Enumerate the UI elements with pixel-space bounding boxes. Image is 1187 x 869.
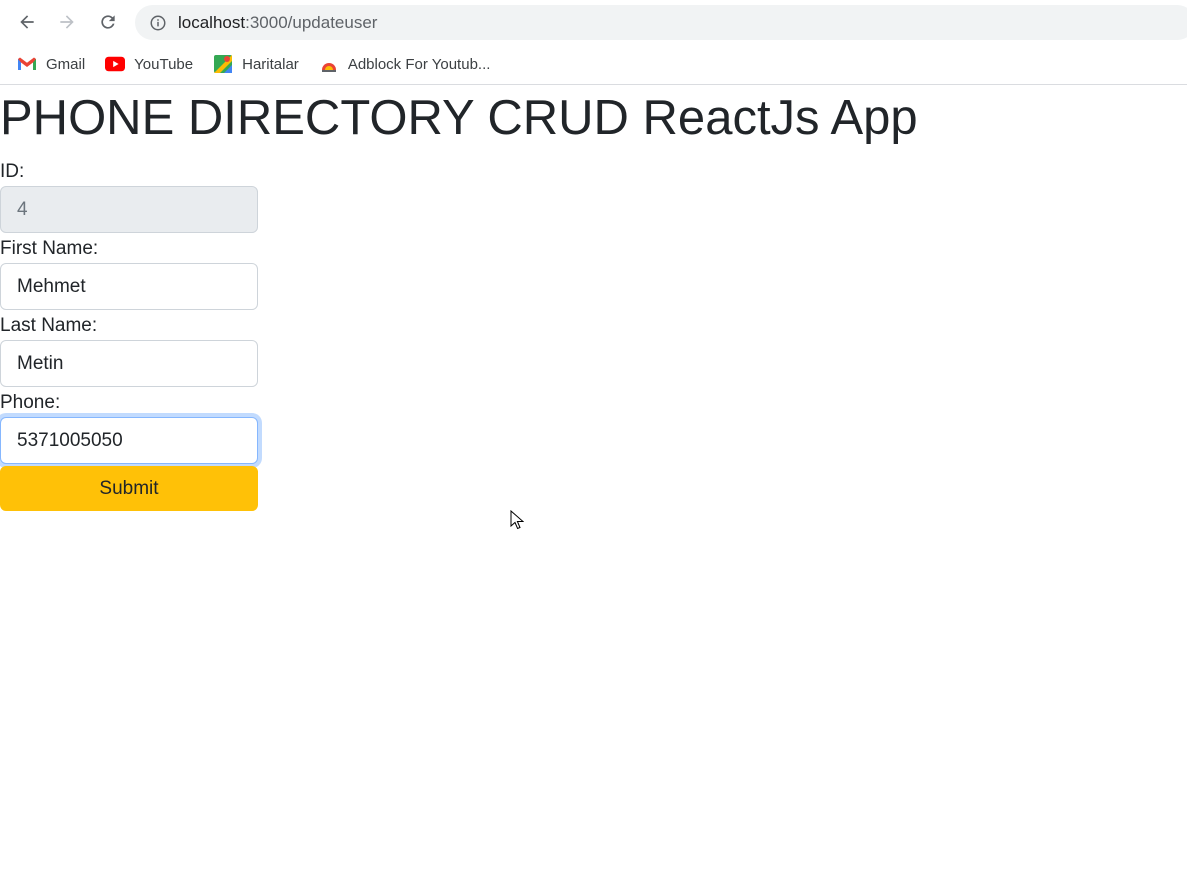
url-path: :3000/updateuser — [245, 12, 378, 32]
arrow-left-icon — [20, 15, 34, 29]
youtube-icon — [105, 54, 126, 74]
forward-button[interactable] — [51, 6, 83, 38]
reload-button[interactable] — [92, 6, 124, 38]
url-text: localhost:3000/updateuser — [178, 13, 377, 33]
arrow-right-icon — [60, 15, 74, 29]
phone-field[interactable] — [0, 417, 258, 464]
phone-label: Phone: — [0, 392, 61, 413]
bookmark-label: Gmail — [46, 55, 86, 73]
address-bar[interactable]: localhost:3000/updateuser — [135, 5, 1187, 40]
bookmark-gmail[interactable]: Gmail — [17, 50, 85, 78]
bookmark-youtube[interactable]: YouTube — [105, 50, 193, 78]
first-name-label: First Name: — [0, 238, 99, 259]
page-title: PHONE DIRECTORY CRUD ReactJs App — [0, 91, 918, 145]
last-name-field[interactable] — [0, 340, 258, 387]
id-label: ID: — [0, 161, 25, 182]
bookmark-label: Haritalar — [242, 55, 299, 73]
url-host: localhost — [178, 12, 246, 32]
maps-icon — [213, 54, 233, 74]
first-name-field[interactable] — [0, 263, 258, 310]
reload-icon — [101, 15, 115, 29]
bookmark-label: YouTube — [134, 55, 194, 73]
page-content: PHONE DIRECTORY CRUD ReactJs App ID: Fir… — [0, 86, 1187, 869]
mouse-cursor-icon — [510, 510, 524, 530]
bookmark-maps[interactable]: Haritalar — [213, 50, 299, 78]
bookmark-adblock[interactable]: Adblock For Youtub... — [319, 50, 491, 78]
gmail-icon — [17, 54, 37, 74]
info-icon[interactable] — [149, 14, 167, 32]
browser-toolbar: localhost:3000/updateuser — [0, 0, 1187, 44]
adblock-icon — [319, 54, 339, 74]
back-button[interactable] — [11, 6, 43, 38]
last-name-label: Last Name: — [0, 315, 98, 336]
submit-button[interactable]: Submit — [0, 466, 258, 511]
bookmark-label: Adblock For Youtub... — [347, 55, 491, 73]
bookmarks-bar: Gmail YouTube Haritalar Adblock For Yout… — [0, 44, 1187, 85]
id-field[interactable] — [0, 186, 258, 233]
